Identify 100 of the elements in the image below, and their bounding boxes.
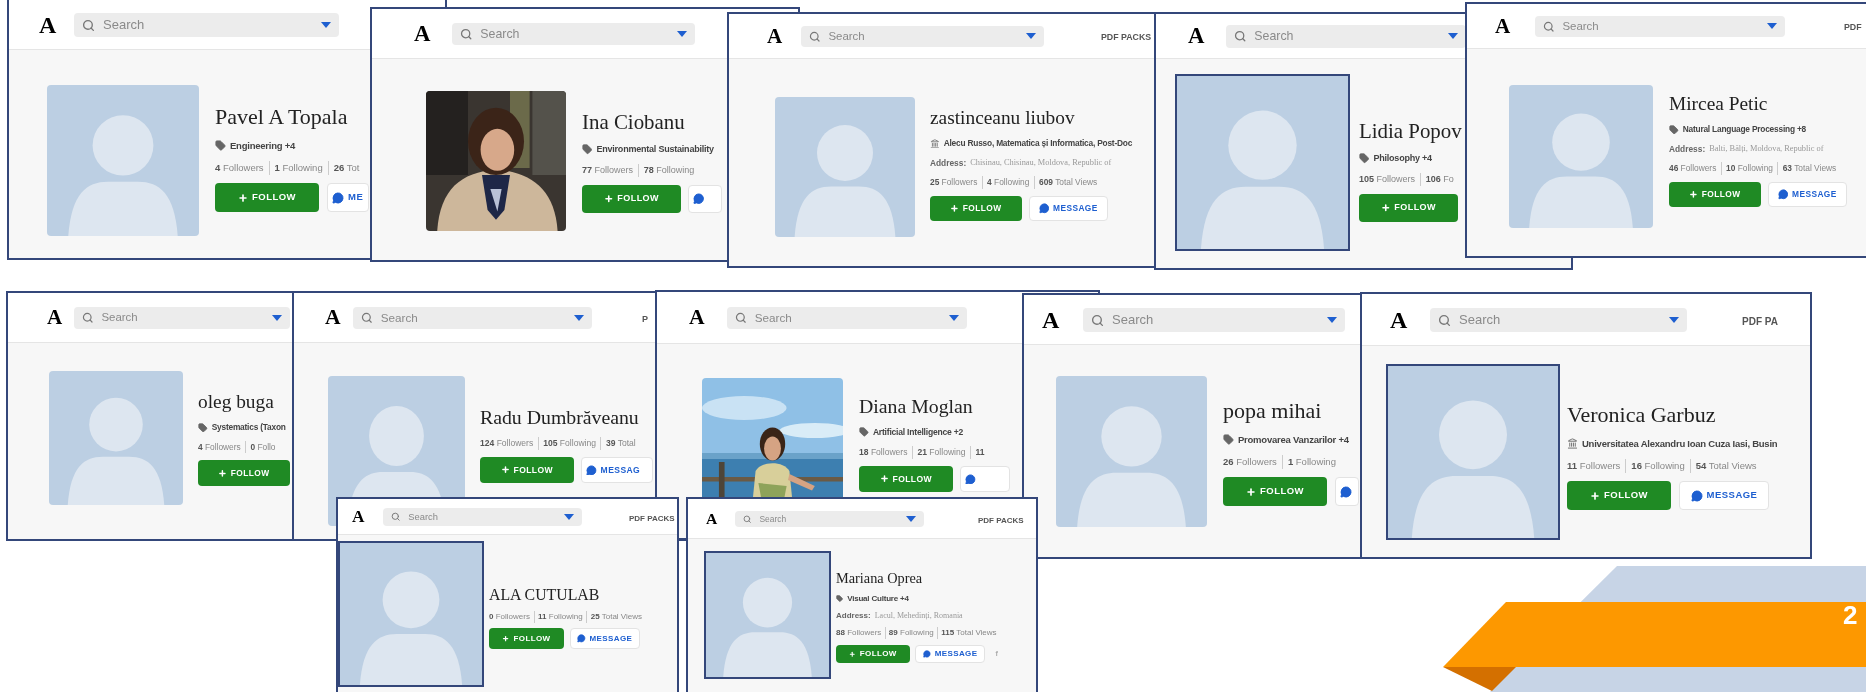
follow-button[interactable]: FOLLOW	[489, 628, 564, 650]
logo[interactable]: A	[1042, 308, 1060, 332]
search-field[interactable]: Search	[74, 13, 339, 37]
search-input[interactable]: Search	[1254, 27, 1440, 46]
search-field[interactable]: Search	[735, 511, 924, 527]
message-button[interactable]	[959, 465, 1010, 492]
message-button[interactable]: MESSAGE	[1679, 481, 1769, 510]
affiliation-text[interactable]: Natural Language Processing +8	[1682, 123, 1806, 136]
search-field[interactable]: Search	[353, 307, 592, 329]
logo[interactable]: A	[767, 25, 783, 48]
pdf-packs-link[interactable]: PDF PACKS	[629, 512, 675, 525]
pdf-packs-link[interactable]: PDF PA	[1742, 314, 1778, 329]
affiliation-text[interactable]: Systematics (Taxon	[211, 421, 286, 434]
logo[interactable]: A	[706, 511, 718, 527]
caret-down-icon	[1448, 33, 1458, 40]
message-button[interactable]	[1335, 477, 1359, 506]
search-input[interactable]: Search	[380, 309, 566, 327]
search-input[interactable]: Search	[754, 309, 941, 327]
pdf-packs-link[interactable]: PDF PACKS	[978, 515, 1024, 528]
caret-down-icon	[1026, 33, 1036, 40]
search-input[interactable]: Search	[828, 27, 1018, 46]
search-input[interactable]: Search	[759, 512, 898, 526]
tag-icon	[836, 595, 844, 603]
search-input[interactable]: Search	[480, 24, 669, 44]
affiliation-text[interactable]: Visual Culture +4	[847, 593, 909, 606]
search-field[interactable]: Search	[1083, 308, 1345, 332]
message-button[interactable]	[688, 185, 723, 213]
logo[interactable]: A	[414, 22, 431, 46]
chat-icon	[693, 193, 705, 205]
stat-text: 78 Following	[637, 163, 699, 178]
affiliation-text[interactable]: Promovarea Vanzarilor +4	[1238, 432, 1349, 447]
message-button[interactable]: MESSAGE	[1767, 181, 1847, 208]
pdf-packs-link[interactable]: PDF	[1844, 21, 1862, 35]
follow-button[interactable]: FOLLOW	[930, 195, 1022, 222]
stat-text: 1 Following	[1281, 454, 1341, 469]
logo[interactable]: A	[39, 13, 57, 37]
affiliation-text[interactable]: Artificial Intelligence +2	[872, 425, 964, 439]
search-input[interactable]: Search	[101, 309, 264, 327]
caret-down-icon	[574, 315, 584, 321]
search-field[interactable]: Search	[452, 22, 695, 46]
logo[interactable]: A	[47, 307, 63, 329]
search-input[interactable]: Search	[1562, 17, 1759, 36]
message-button[interactable]: MESSAGE	[569, 628, 640, 650]
follow-button[interactable]: FOLLOW	[1223, 477, 1327, 506]
search-input[interactable]: Search	[103, 15, 313, 35]
pdf-packs-link[interactable]: PDF PACKS	[1101, 31, 1152, 45]
search-input[interactable]: Search	[1112, 310, 1319, 330]
search-input[interactable]: Search	[1459, 310, 1661, 330]
address-value: Chisinau, Chisinau, Moldova, Republic of	[970, 156, 1112, 169]
logo[interactable]: A	[1390, 308, 1408, 332]
search-icon	[743, 514, 752, 524]
pdf-packs-link[interactable]: P	[642, 312, 648, 327]
stat-text: 54 Total Views	[1689, 458, 1762, 473]
plus-icon	[1590, 490, 1600, 501]
search-icon	[82, 312, 94, 324]
follow-button[interactable]: FOLLOW	[480, 456, 574, 483]
chat-icon	[964, 473, 976, 485]
search-icon	[361, 312, 373, 324]
search-icon	[1543, 20, 1555, 33]
search-input[interactable]: Search	[408, 509, 556, 524]
logo[interactable]: A	[325, 307, 341, 329]
chat-icon	[1690, 489, 1703, 502]
follow-button[interactable]: FOLLOW	[1669, 181, 1761, 208]
affiliation-text[interactable]: Universitatea Alexandru Ioan Cuza Iasi, Busin	[1582, 436, 1778, 451]
follow-button[interactable]: FOLLOW	[836, 644, 910, 664]
message-button[interactable]: MESSAGE	[915, 644, 986, 664]
stat-text: 89 Following	[884, 627, 938, 640]
logo[interactable]: A	[689, 307, 705, 329]
search-field[interactable]: Search	[383, 508, 582, 526]
search-field[interactable]: Search	[1430, 308, 1687, 332]
tag-icon	[1669, 124, 1679, 135]
plus-icon	[603, 194, 614, 204]
search-icon	[460, 27, 473, 41]
chat-icon	[585, 464, 597, 476]
stat-text: 18 Followers	[859, 445, 909, 459]
search-field[interactable]: Search	[74, 307, 290, 329]
affiliation-text[interactable]: Environmental Sustainability	[596, 142, 714, 157]
logo[interactable]: A	[1188, 25, 1205, 48]
follow-button[interactable]: FOLLOW	[1359, 194, 1458, 222]
follow-button[interactable]: FOLLOW	[859, 465, 953, 492]
search-field[interactable]: Search	[727, 307, 967, 329]
affiliation-text[interactable]: Engineering +4	[230, 138, 296, 153]
follow-button[interactable]: FOLLOW	[198, 460, 290, 486]
follow-button[interactable]: FOLLOW	[215, 183, 319, 212]
affiliation-text[interactable]: Alecu Russo, Matematica și Informatica, Post-Doc	[943, 137, 1133, 150]
message-button[interactable]: MESSAGE	[1028, 195, 1108, 222]
follow-button[interactable]: FOLLOW	[1567, 481, 1671, 510]
message-button[interactable]: MESSAG	[580, 456, 653, 483]
search-field[interactable]: Search	[1535, 15, 1785, 38]
tag-icon	[859, 427, 869, 438]
search-field[interactable]: Search	[801, 25, 1044, 48]
plus-icon	[1689, 190, 1698, 200]
affiliation-text[interactable]: Philosophy +4	[1373, 151, 1432, 166]
logo[interactable]: A	[352, 508, 365, 526]
stat-text: 39 Total	[600, 436, 641, 450]
search-field[interactable]: Search	[1226, 25, 1466, 48]
logo[interactable]: A	[1495, 15, 1511, 38]
message-button[interactable]: ME	[327, 183, 369, 212]
stat-text: 124 Followers	[480, 436, 535, 450]
follow-button[interactable]: FOLLOW	[582, 185, 681, 213]
